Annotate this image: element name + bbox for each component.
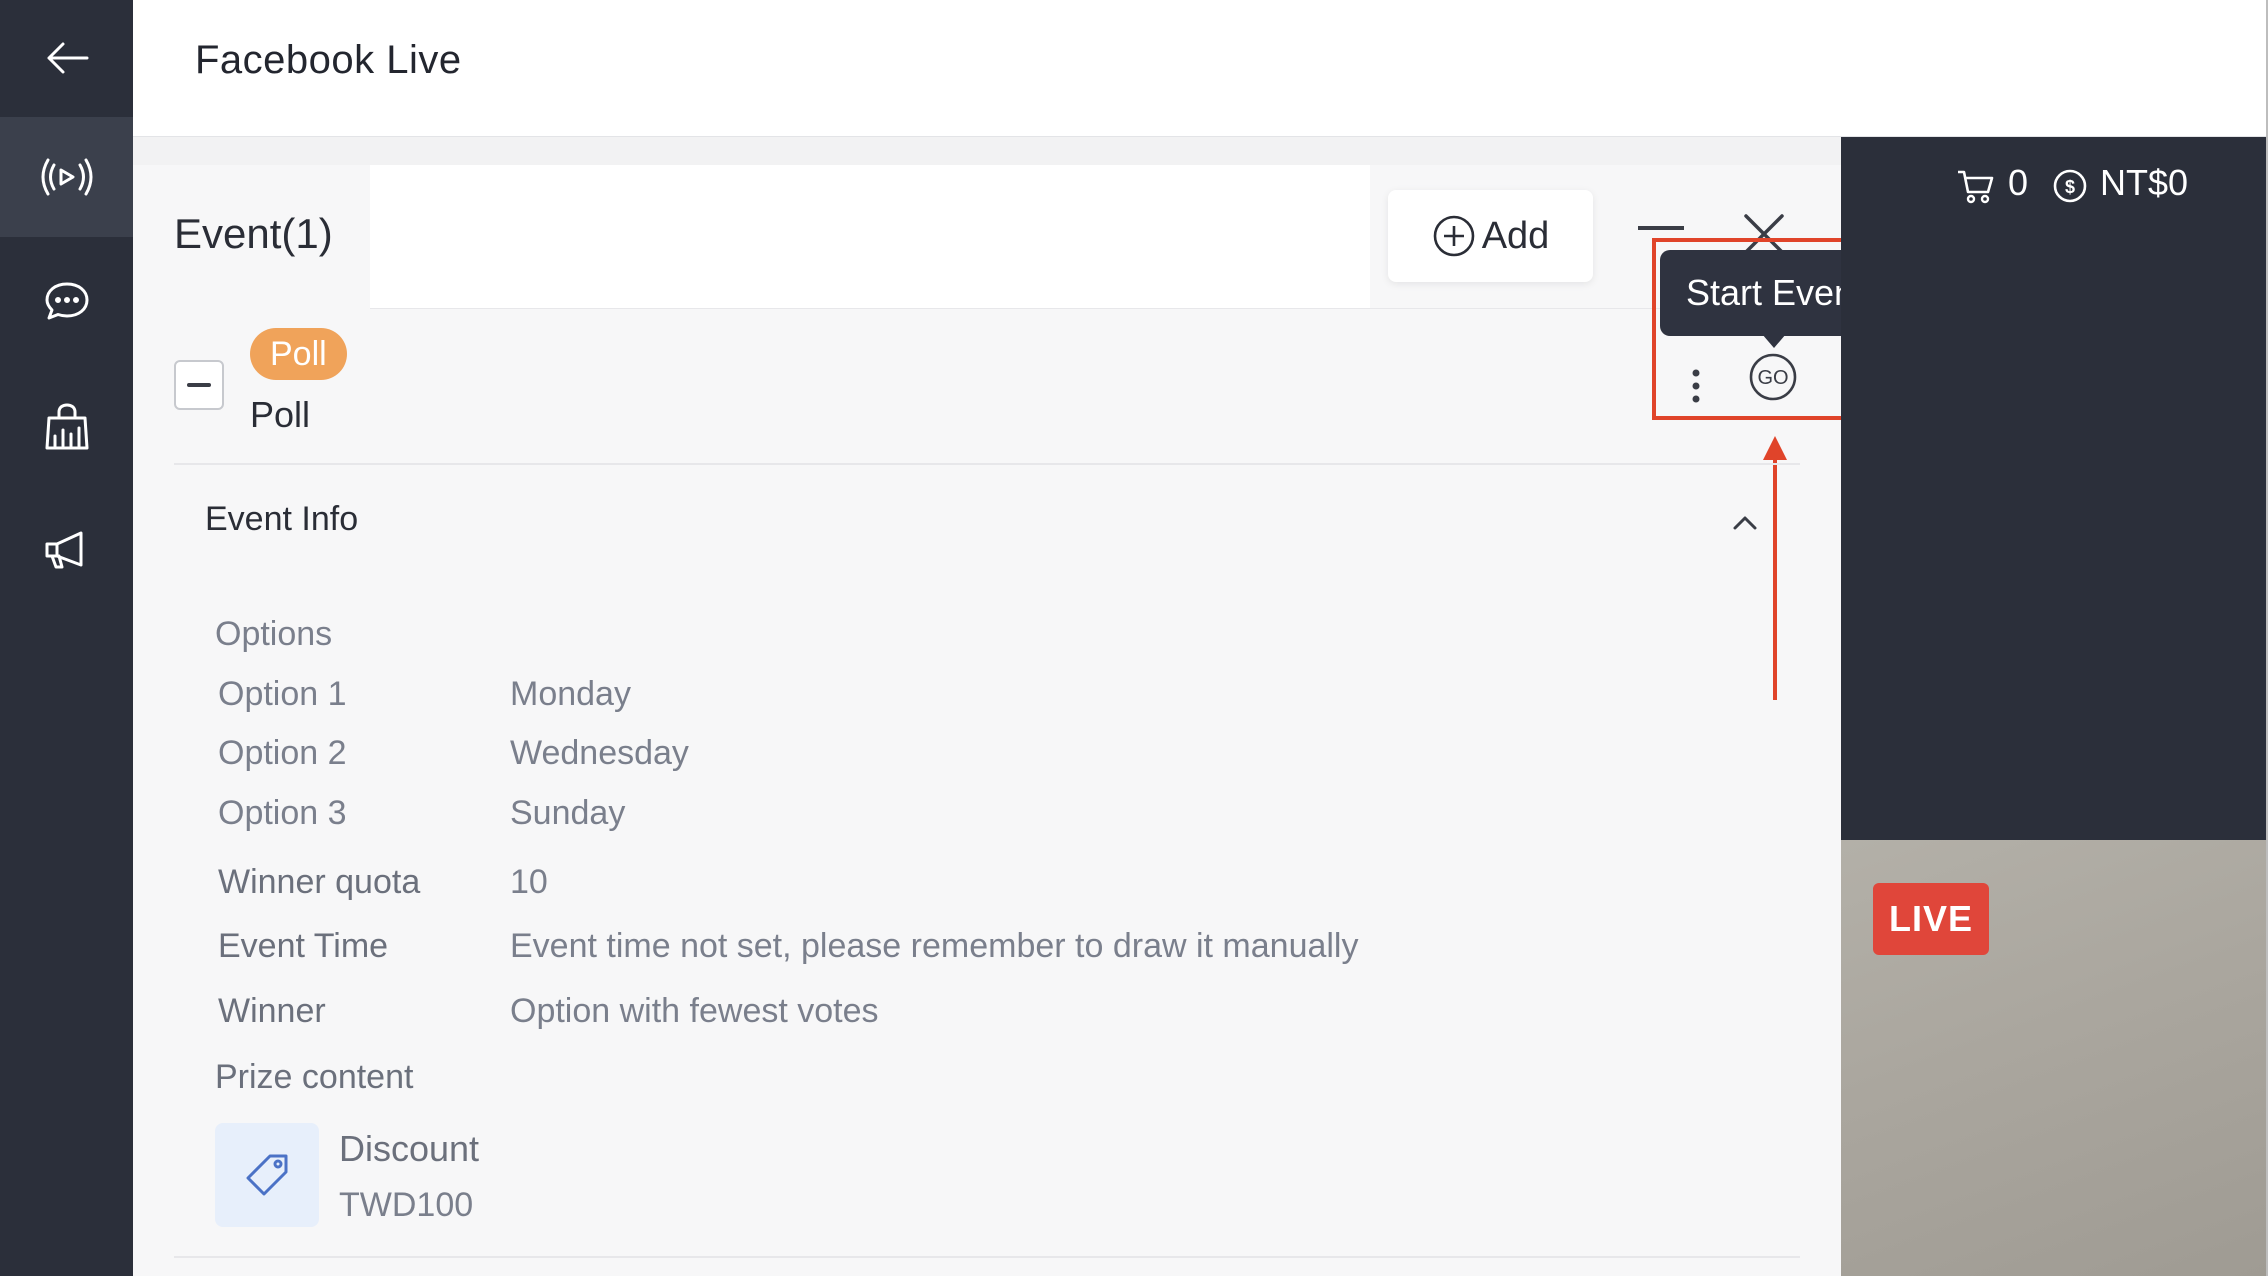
add-event-label: Add — [1481, 214, 1550, 257]
event-name: Poll — [250, 394, 311, 435]
svg-text:$: $ — [2065, 177, 2075, 197]
megaphone-icon — [45, 531, 82, 569]
winner-label: Winner — [218, 992, 326, 1030]
prize-content-label: Prize content — [215, 1058, 414, 1096]
back-button[interactable] — [0, 0, 133, 115]
live-badge: LIVE — [1873, 883, 1989, 955]
chevron-up-icon[interactable] — [1730, 508, 1760, 538]
live-broadcast-icon — [41, 158, 92, 196]
price-tag-icon — [246, 1154, 288, 1196]
option-2-value: Wednesday — [510, 734, 689, 772]
annotation-arrow-icon — [1763, 436, 1787, 700]
panel-title: Event(1) — [174, 210, 333, 257]
minus-icon — [187, 383, 211, 387]
option-1-label: Option 1 — [218, 675, 347, 713]
event-panel — [133, 165, 1841, 1276]
nav-item-marketing[interactable] — [0, 490, 133, 610]
option-2-label: Option 2 — [218, 734, 347, 772]
winner-quota-label: Winner quota — [218, 863, 421, 901]
prize-card — [215, 1123, 319, 1227]
plus-circle-icon — [1433, 215, 1474, 257]
chat-bubble-icon — [45, 282, 88, 320]
cart-count: 0 — [2008, 162, 2029, 203]
prize-code: TWD100 — [339, 1186, 474, 1224]
balance-amount: NT$0 — [2100, 162, 2189, 203]
minimize-icon[interactable] — [1638, 226, 1684, 230]
nav-item-shop[interactable] — [0, 367, 133, 487]
back-arrow-icon — [47, 42, 88, 73]
header-divider — [370, 308, 1841, 309]
shopping-bag-icon — [45, 403, 88, 450]
option-3-label: Option 3 — [218, 794, 347, 832]
event-row-divider — [174, 463, 1800, 465]
collapse-event-button[interactable] — [174, 360, 224, 410]
cart-icon[interactable] — [1956, 166, 1996, 206]
add-event-button[interactable]: Add — [1388, 190, 1593, 282]
event-time-label: Event Time — [218, 927, 389, 965]
event-time-value: Event time not set, please remember to d… — [510, 927, 1359, 965]
options-label: Options — [215, 615, 333, 653]
section-divider — [174, 1256, 1800, 1258]
panel-header-strip — [370, 165, 1370, 308]
page-title: Facebook Live — [195, 38, 462, 82]
top-bar: Facebook Live — [133, 0, 2268, 137]
option-3-value: Sunday — [510, 794, 626, 832]
winner-quota-value: 10 — [510, 863, 548, 901]
event-type-badge: Poll — [250, 328, 347, 380]
prize-name: Discount — [339, 1128, 480, 1169]
coin-icon: $ — [2053, 169, 2087, 203]
event-info-title: Event Info — [205, 500, 359, 538]
nav-item-chat[interactable] — [0, 241, 133, 361]
nav-rail — [0, 0, 133, 1276]
winner-value: Option with fewest votes — [510, 992, 879, 1030]
nav-item-live[interactable] — [0, 117, 133, 237]
stream-header — [1841, 137, 2268, 840]
option-1-value: Monday — [510, 675, 631, 713]
